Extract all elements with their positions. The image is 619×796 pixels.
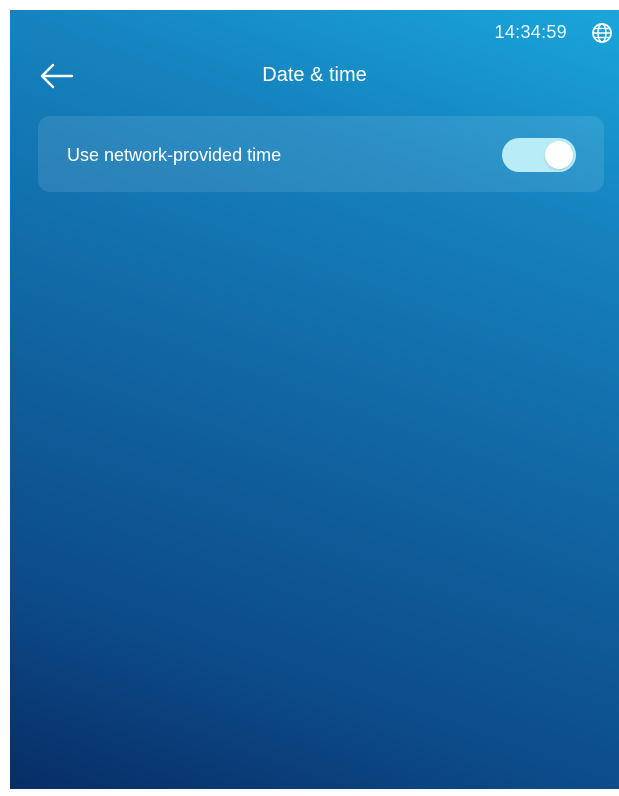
screen: 14:34:59 Date & time Use network-provide… bbox=[10, 10, 619, 789]
toggle-knob bbox=[545, 141, 573, 169]
page-title: Date & time bbox=[262, 64, 367, 86]
status-bar: 14:34:59 bbox=[10, 10, 619, 56]
network-time-setting-row[interactable]: Use network-provided time bbox=[38, 116, 604, 192]
network-time-toggle[interactable] bbox=[502, 138, 576, 172]
header: Date & time bbox=[10, 56, 619, 96]
network-time-label: Use network-provided time bbox=[67, 145, 282, 165]
status-time: 14:34:59 bbox=[494, 22, 567, 42]
globe-icon bbox=[591, 22, 613, 44]
